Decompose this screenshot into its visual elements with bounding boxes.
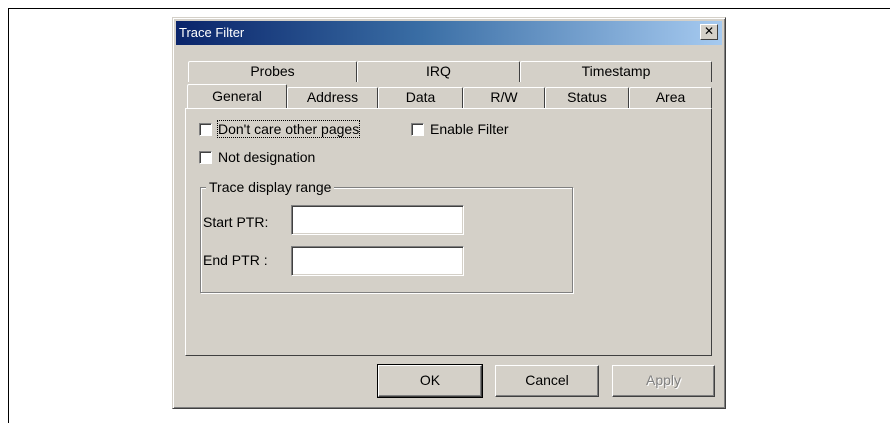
tab-general[interactable]: General — [187, 84, 287, 108]
dont-care-checkbox-row[interactable]: Don't care other pages — [199, 120, 361, 138]
tab-area[interactable]: Area — [629, 87, 712, 108]
tab-label: Timestamp — [581, 63, 651, 79]
tab-rw[interactable]: R/W — [463, 87, 545, 108]
end-ptr-label: End PTR : — [203, 252, 268, 268]
tab-status[interactable]: Status — [545, 87, 629, 108]
not-designation-label: Not designation — [218, 149, 316, 165]
dont-care-checkbox[interactable] — [199, 122, 212, 136]
enable-filter-checkbox[interactable] — [411, 122, 424, 136]
end-ptr-input[interactable] — [291, 246, 464, 276]
tab-label: R/W — [490, 89, 518, 105]
tab-label: General — [212, 88, 262, 104]
dont-care-label: Don't care other pages — [216, 120, 361, 138]
not-designation-checkbox-row[interactable]: Not designation — [199, 149, 315, 165]
tab-probes[interactable]: Probes — [188, 61, 357, 82]
page-frame-left — [8, 8, 9, 423]
start-ptr-label: Start PTR: — [203, 214, 269, 230]
tab-address[interactable]: Address — [287, 87, 378, 108]
tab-label: Area — [655, 89, 686, 105]
cancel-button[interactable]: Cancel — [495, 365, 599, 397]
tab-label: Status — [567, 89, 607, 105]
enable-filter-checkbox-row[interactable]: Enable Filter — [411, 121, 509, 137]
tab-data[interactable]: Data — [378, 87, 463, 108]
tab-label: IRQ — [426, 63, 451, 79]
tab-label: Address — [306, 89, 359, 105]
title-bar[interactable]: Trace Filter ✕ — [176, 21, 722, 45]
tab-timestamp[interactable]: Timestamp — [520, 61, 712, 82]
enable-filter-label: Enable Filter — [430, 121, 509, 137]
trace-display-range-group — [200, 187, 573, 293]
tab-irq[interactable]: IRQ — [357, 61, 520, 82]
not-designation-checkbox[interactable] — [199, 150, 212, 164]
apply-button[interactable]: Apply — [612, 365, 715, 397]
group-legend: Trace display range — [206, 179, 335, 195]
tab-label: Probes — [250, 63, 295, 79]
close-button[interactable]: ✕ — [700, 24, 718, 40]
tab-label: Data — [405, 89, 436, 105]
page-frame-top — [8, 8, 890, 9]
close-icon: ✕ — [703, 24, 715, 38]
window-title: Trace Filter — [179, 25, 245, 40]
ok-button[interactable]: OK — [377, 364, 483, 398]
start-ptr-input[interactable] — [291, 205, 464, 235]
